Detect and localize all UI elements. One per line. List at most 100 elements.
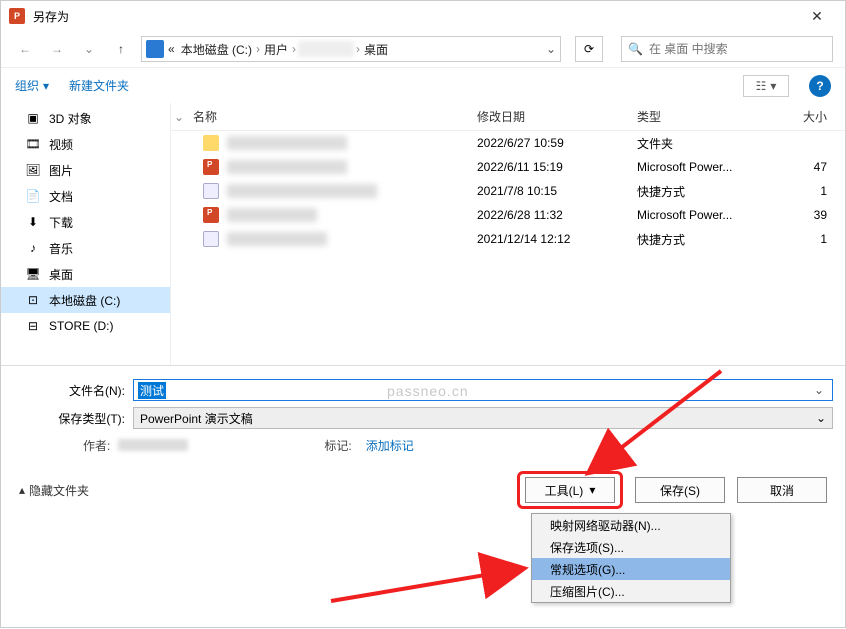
col-type[interactable]: 类型	[637, 108, 777, 125]
breadcrumb-prefix: «	[166, 42, 177, 56]
file-row[interactable]: 2022/6/28 11:32 Microsoft Power... 39	[171, 203, 845, 227]
drive-icon	[146, 40, 164, 58]
filetype-label: 保存类型(T):	[13, 410, 125, 427]
refresh-button[interactable]: ⟳	[575, 36, 603, 62]
sidebar-item-label: 音乐	[49, 240, 73, 257]
sidebar-item-desktop[interactable]: 🖥 桌面	[1, 261, 170, 287]
chevron-right-icon[interactable]: ›	[356, 42, 360, 56]
author-value-redacted[interactable]	[118, 439, 188, 451]
chevron-right-icon[interactable]: ›	[292, 42, 296, 56]
powerpoint-icon: P	[9, 8, 25, 24]
download-icon: ⬇	[25, 214, 41, 230]
nav-row: ← → ⌄ ↑ « 本地磁盘 (C:) › 用户 › › 桌面 ⌄ ⟳ 🔍	[1, 31, 845, 67]
tools-dropdown: 映射网络驱动器(N)... 保存选项(S)... 常规选项(G)... 压缩图片…	[531, 513, 731, 603]
tags-label: 标记:	[324, 437, 351, 454]
filename-redacted	[227, 160, 347, 174]
sidebar-item-music[interactable]: ♪音乐	[1, 235, 170, 261]
col-date[interactable]: 修改日期	[477, 108, 637, 125]
col-name[interactable]: 名称	[187, 108, 477, 125]
filename-value: 测试	[138, 382, 166, 399]
search-box[interactable]: 🔍	[621, 36, 833, 62]
menu-compress-pictures[interactable]: 压缩图片(C)...	[532, 580, 730, 602]
sidebar-item-downloads[interactable]: ⬇ 下载	[1, 209, 170, 235]
file-date: 2022/6/28 11:32	[477, 208, 637, 222]
file-list: ⌄ 名称 修改日期 类型 大小 2022/6/27 10:59 文件夹 2022…	[171, 103, 845, 365]
file-size: 1	[777, 184, 837, 198]
file-row[interactable]: 2021/12/14 12:12 快捷方式 1	[171, 227, 845, 251]
filename-redacted	[227, 208, 317, 222]
shortcut-icon	[203, 231, 219, 247]
col-size[interactable]: 大小	[777, 108, 837, 125]
organize-button[interactable]: 组织▾	[15, 77, 49, 94]
cube-icon: ▣	[25, 110, 41, 126]
address-bar[interactable]: « 本地磁盘 (C:) › 用户 › › 桌面 ⌄	[141, 36, 561, 62]
menu-save-options[interactable]: 保存选项(S)...	[532, 536, 730, 558]
filename-redacted	[227, 232, 327, 246]
breadcrumb-seg-redacted[interactable]	[298, 41, 354, 57]
add-tags-link[interactable]: 添加标记	[366, 437, 414, 454]
file-type: 快捷方式	[637, 183, 777, 200]
file-row[interactable]: 2022/6/27 10:59 文件夹	[171, 131, 845, 155]
filetype-value: PowerPoint 演示文稿	[140, 410, 253, 427]
chevron-down-icon[interactable]: ⌄	[810, 383, 828, 397]
view-mode-button[interactable]: ☷▾	[743, 75, 789, 97]
file-row[interactable]: 2022/6/11 15:19 Microsoft Power... 47	[171, 155, 845, 179]
window-title: 另存为	[33, 8, 69, 25]
sidebar-item-drive-c[interactable]: ⊡本地磁盘 (C:)	[1, 287, 170, 313]
folder-icon	[203, 135, 219, 151]
sidebar-item-drive-d[interactable]: ⊟ STORE (D:)	[1, 313, 170, 339]
file-row[interactable]: 2021/7/8 10:15 快捷方式 1	[171, 179, 845, 203]
filetype-select[interactable]: PowerPoint 演示文稿 ⌄	[133, 407, 833, 429]
file-date: 2021/12/14 12:12	[477, 232, 637, 246]
chevron-right-icon[interactable]: ›	[256, 42, 260, 56]
sidebar-item-pictures[interactable]: 🖼图片	[1, 157, 170, 183]
drive-icon: ⊟	[25, 318, 41, 334]
desktop-icon: 🖥	[25, 266, 41, 282]
chevron-down-icon[interactable]: ⌄	[816, 411, 826, 425]
up-button[interactable]: ↑	[109, 37, 133, 61]
toolbar: 组织▾ 新建文件夹 ☷▾ ?	[1, 67, 845, 103]
chevron-down-icon: ▾	[770, 79, 776, 93]
sidebar-item-label: STORE (D:)	[49, 319, 113, 333]
sidebar: ▣3D 对象 🎞视频 🖼图片 📄 文档 ⬇ 下载 ♪音乐 🖥 桌面 ⊡本地磁盘 (C:…	[1, 103, 171, 365]
filename-redacted	[227, 136, 347, 150]
filename-input[interactable]: 测试 ⌄	[133, 379, 833, 401]
sidebar-item-documents[interactable]: 📄 文档	[1, 183, 170, 209]
chevron-up-icon: ▴	[19, 483, 25, 497]
powerpoint-file-icon	[203, 159, 219, 175]
close-button[interactable]: ✕	[797, 2, 837, 30]
file-size: 1	[777, 232, 837, 246]
titlebar: P 另存为 ✕	[1, 1, 845, 31]
back-button[interactable]: ←	[13, 37, 37, 61]
file-type: Microsoft Power...	[637, 160, 777, 174]
forward-button[interactable]: →	[45, 37, 69, 61]
tools-button[interactable]: 工具(L)▾	[525, 477, 615, 503]
save-button[interactable]: 保存(S)	[635, 477, 725, 503]
file-date: 2022/6/27 10:59	[477, 136, 637, 150]
sidebar-item-label: 桌面	[49, 266, 73, 283]
sidebar-item-label: 视频	[49, 136, 73, 153]
menu-general-options[interactable]: 常规选项(G)...	[532, 558, 730, 580]
document-icon: 📄	[25, 188, 41, 204]
sidebar-item-label: 下载	[49, 214, 73, 231]
list-icon: ☷	[756, 79, 767, 93]
hide-folders-toggle[interactable]: ▴隐藏文件夹	[19, 482, 89, 499]
sidebar-item-3d[interactable]: ▣3D 对象	[1, 105, 170, 131]
breadcrumb-seg[interactable]: 用户	[262, 41, 290, 58]
file-size: 39	[777, 208, 837, 222]
powerpoint-file-icon	[203, 207, 219, 223]
help-button[interactable]: ?	[809, 75, 831, 97]
search-input[interactable]	[649, 42, 826, 56]
sidebar-item-label: 文档	[49, 188, 73, 205]
cancel-button[interactable]: 取消	[737, 477, 827, 503]
new-folder-button[interactable]: 新建文件夹	[69, 77, 129, 94]
menu-map-network[interactable]: 映射网络驱动器(N)...	[532, 514, 730, 536]
recent-dropdown-icon[interactable]: ⌄	[77, 37, 101, 61]
breadcrumb-seg[interactable]: 桌面	[362, 41, 390, 58]
picture-icon: 🖼	[25, 162, 41, 178]
shortcut-icon	[203, 183, 219, 199]
sidebar-item-videos[interactable]: 🎞视频	[1, 131, 170, 157]
expand-toggle-icon[interactable]: ⌄	[171, 110, 187, 124]
address-dropdown-icon[interactable]: ⌄	[546, 42, 556, 56]
breadcrumb-seg[interactable]: 本地磁盘 (C:)	[179, 41, 254, 58]
